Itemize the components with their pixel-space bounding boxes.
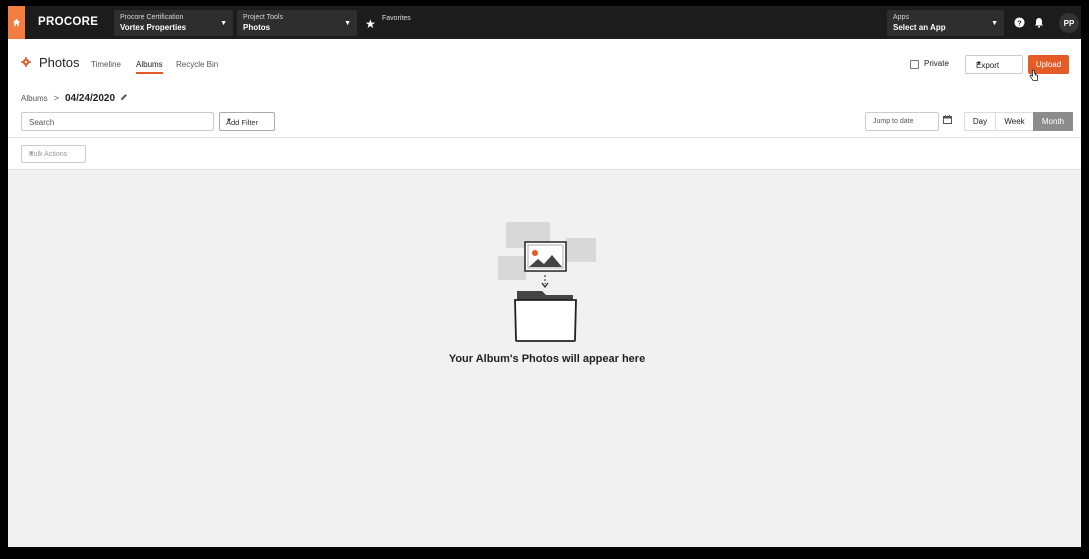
project-selector[interactable]: Procore Certification Vortex Properties …	[114, 10, 233, 36]
gear-icon	[21, 57, 31, 67]
photos-content-area: Your Album's Photos will appear here	[8, 169, 1081, 547]
notifications-button[interactable]	[1032, 15, 1046, 29]
search-input[interactable]: Search	[21, 112, 214, 131]
help-icon: ?	[1013, 16, 1025, 28]
tools-selector-value: Photos	[243, 23, 271, 32]
jump-to-date-placeholder: Jump to date	[873, 118, 914, 125]
page-title: Photos	[39, 55, 80, 70]
procore-logo[interactable]: PROCORE	[38, 16, 98, 28]
calendar-icon[interactable]	[943, 115, 952, 124]
search-placeholder: Search	[29, 118, 55, 127]
project-selector-value: Vortex Properties	[120, 23, 187, 32]
apps-selector[interactable]: Apps Select an App ▼	[887, 10, 1004, 36]
private-checkbox[interactable]	[910, 60, 919, 69]
apps-selector-value: Select an App	[893, 23, 946, 32]
tab-recycle-bin[interactable]: Recycle Bin	[176, 60, 218, 69]
home-icon	[12, 18, 21, 27]
view-month-button[interactable]: Month	[1033, 112, 1073, 131]
apps-selector-caption: Apps	[893, 14, 909, 21]
export-button[interactable]: Export ▼	[965, 55, 1023, 74]
bell-icon	[1035, 17, 1043, 28]
view-day-button[interactable]: Day	[964, 112, 996, 131]
private-label: Private	[924, 59, 949, 68]
jump-to-date-input[interactable]: Jump to date	[865, 112, 939, 131]
chevron-down-icon: ▼	[991, 20, 998, 27]
tool-header: Photos Timeline Albums Recycle Bin Priva…	[8, 39, 1081, 91]
help-button[interactable]: ?	[1012, 15, 1026, 29]
chevron-down-icon: ▼	[226, 118, 232, 124]
tab-timeline[interactable]: Timeline	[91, 60, 121, 69]
top-navigation-bar: PROCORE Procore Certification Vortex Pro…	[8, 6, 1081, 39]
breadcrumb-separator: >	[53, 93, 59, 103]
user-avatar[interactable]: PP	[1059, 13, 1079, 33]
breadcrumb-current-album: 04/24/2020	[64, 93, 116, 104]
tab-albums[interactable]: Albums	[136, 60, 163, 74]
view-week-button[interactable]: Week	[995, 112, 1034, 131]
add-filter-button[interactable]: Add Filter ▼	[219, 112, 275, 131]
breadcrumb-albums-link[interactable]: Albums	[21, 94, 48, 103]
star-icon: ★	[365, 17, 376, 31]
chevron-down-icon: ▼	[29, 151, 34, 157]
chevron-down-icon: ▼	[220, 20, 227, 27]
svg-text:?: ?	[1017, 18, 1022, 27]
empty-album-illustration	[498, 222, 596, 342]
mouse-cursor-icon	[1029, 69, 1038, 81]
app-window: PROCORE Procore Certification Vortex Pro…	[8, 6, 1081, 547]
favorites-label: Favorites	[382, 15, 411, 22]
project-tools-selector[interactable]: Project Tools Photos ▼	[237, 10, 357, 36]
chevron-down-icon: ▼	[344, 20, 351, 27]
bulk-actions-button[interactable]: Bulk Actions ▼	[21, 145, 86, 163]
project-selector-caption: Procore Certification	[120, 14, 184, 21]
pencil-icon[interactable]	[120, 93, 128, 103]
chevron-down-icon: ▼	[976, 61, 982, 67]
home-button[interactable]	[8, 6, 25, 39]
breadcrumb: Albums >04/24/2020	[21, 93, 128, 104]
empty-state-message: Your Album's Photos will appear here	[448, 353, 646, 365]
tools-selector-caption: Project Tools	[243, 14, 283, 21]
divider	[8, 137, 1081, 138]
